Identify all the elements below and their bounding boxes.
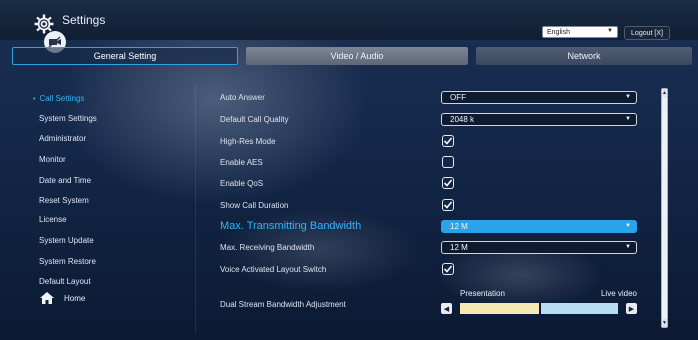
- checkmark-icon: [443, 179, 453, 187]
- scroll-up-icon[interactable]: ▲: [662, 89, 667, 97]
- slider-right-button[interactable]: ▶: [626, 303, 637, 314]
- enable-aes-checkbox[interactable]: [442, 156, 454, 168]
- sidebar-item-default-layout[interactable]: Default Layout: [39, 277, 91, 286]
- enable-qos-checkbox[interactable]: [442, 177, 454, 189]
- tab-network[interactable]: Network: [476, 47, 692, 65]
- default-call-quality-value: 2048 k: [450, 115, 475, 124]
- sidebar-item-system-restore[interactable]: System Restore: [39, 257, 96, 266]
- auto-answer-value: OFF: [450, 93, 466, 102]
- sidebar-item-date-and-time[interactable]: Date and Time: [39, 176, 91, 185]
- default-call-quality-select[interactable]: 2048 k ▼: [441, 113, 637, 126]
- max-transmitting-bandwidth-label: Max. Transmitting Bandwidth: [220, 220, 362, 232]
- max-receiving-bandwidth-value: 12 M: [450, 243, 468, 252]
- show-call-duration-label: Show Call Duration: [220, 201, 289, 210]
- sidebar-item-system-settings[interactable]: System Settings: [39, 114, 97, 123]
- page-title: Settings: [62, 13, 106, 27]
- max-receiving-bandwidth-select[interactable]: 12 M ▼: [441, 241, 637, 254]
- checkmark-icon: [443, 137, 453, 145]
- dual-stream-label: Dual Stream Bandwidth Adjustment: [220, 300, 346, 309]
- sidebar-item-monitor[interactable]: Monitor: [39, 155, 66, 164]
- chevron-down-icon: ▼: [625, 223, 631, 229]
- divider: [195, 84, 196, 334]
- home-icon: [40, 292, 54, 304]
- presentation-bar[interactable]: [460, 303, 539, 314]
- chevron-down-icon: ▼: [625, 244, 631, 250]
- tab-video-audio[interactable]: Video / Audio: [246, 47, 468, 65]
- live-video-bar[interactable]: [541, 303, 618, 314]
- scroll-down-icon[interactable]: ▼: [662, 319, 667, 327]
- chevron-down-icon: ▼: [625, 116, 631, 122]
- chevron-down-icon: ▼: [607, 28, 613, 34]
- sidebar-item-license[interactable]: License: [39, 215, 67, 224]
- sidebar-item-system-update[interactable]: System Update: [39, 236, 94, 245]
- enable-aes-label: Enable AES: [220, 158, 263, 167]
- slider-left-button[interactable]: ◀: [441, 303, 452, 314]
- home-link[interactable]: Home: [40, 292, 85, 304]
- high-res-mode-checkbox[interactable]: [442, 135, 454, 147]
- auto-answer-label: Auto Answer: [220, 93, 265, 102]
- tab-bar: General Setting Video / Audio Network: [0, 47, 698, 67]
- tab-general-setting[interactable]: General Setting: [12, 47, 238, 65]
- enable-qos-label: Enable QoS: [220, 179, 264, 188]
- auto-answer-select[interactable]: OFF ▼: [441, 91, 637, 104]
- default-call-quality-label: Default Call Quality: [220, 115, 289, 124]
- header: Settings English ▼ Logout [X]: [0, 0, 698, 40]
- sidebar-item-reset-system[interactable]: Reset System: [39, 196, 89, 205]
- home-label: Home: [64, 293, 86, 303]
- presentation-label: Presentation: [460, 289, 505, 298]
- high-res-mode-label: High-Res Mode: [220, 137, 276, 146]
- active-dot-icon: •: [33, 96, 36, 103]
- checkmark-icon: [443, 265, 453, 273]
- checkmark-icon: [443, 201, 453, 209]
- max-transmitting-bandwidth-value: 12 M: [450, 222, 468, 231]
- dual-stream-slider: Presentation Live video ◀ ▶: [441, 289, 637, 317]
- language-select[interactable]: English ▼: [542, 26, 618, 38]
- voice-activated-layout-checkbox[interactable]: [442, 263, 454, 275]
- max-transmitting-bandwidth-select[interactable]: 12 M ▼: [441, 220, 637, 233]
- voice-activated-layout-label: Voice Activated Layout Switch: [220, 265, 327, 274]
- show-call-duration-checkbox[interactable]: [442, 199, 454, 211]
- logout-button[interactable]: Logout [X]: [624, 26, 670, 40]
- scrollbar[interactable]: ▲ ▼: [661, 88, 668, 328]
- chevron-down-icon: ▼: [625, 94, 631, 100]
- sidebar-item-administrator[interactable]: Administrator: [39, 134, 86, 143]
- max-receiving-bandwidth-label: Max. Receiving Bandwidth: [220, 243, 315, 252]
- sidebar-item-call-settings[interactable]: • Call Settings: [33, 94, 84, 103]
- sidebar-item-label: Call Settings: [39, 94, 85, 103]
- live-video-label: Live video: [600, 289, 637, 298]
- language-value: English: [547, 28, 570, 36]
- scrollbar-thumb[interactable]: [662, 97, 667, 319]
